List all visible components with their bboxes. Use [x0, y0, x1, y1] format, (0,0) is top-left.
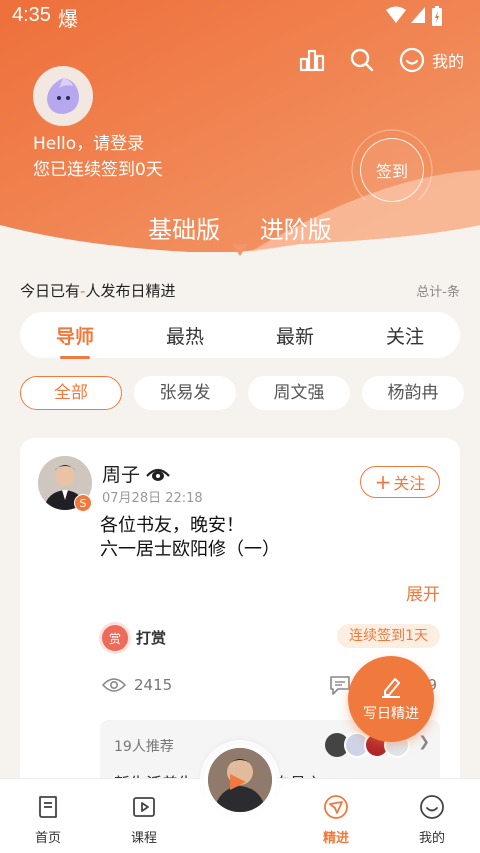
post-content[interactable]: 各位书友，晚安！ 六一居士欧阳修（一）: [100, 514, 280, 562]
post-content-line: 六一居士欧阳修（一）: [100, 539, 280, 560]
video-icon: [133, 797, 155, 817]
signin-streak-text: 您已连续签到0天: [33, 160, 163, 180]
nav-mine-label: 我的: [418, 831, 445, 846]
chip-mentor[interactable]: 杨韵冉: [362, 376, 464, 410]
chip-mentor[interactable]: 张易发: [134, 376, 236, 410]
status-app-icon: 爆: [58, 7, 78, 31]
eye-emoji-icon: [146, 468, 170, 481]
view-count: 2415: [102, 676, 172, 694]
battery-icon: [432, 6, 442, 26]
post-content-line: 各位书友，晚安！: [100, 515, 244, 536]
author-name[interactable]: 周子: [102, 460, 170, 487]
signin-label: 签到: [375, 162, 408, 181]
daily-progress-info: 今日已有-人发布日精进 总计-条: [20, 280, 460, 300]
wifi-icon: [386, 6, 406, 23]
nav-featured[interactable]: 精进: [306, 793, 366, 846]
status-time: 4:35: [12, 4, 51, 26]
expand-link[interactable]: 展开: [406, 580, 440, 605]
feed-tabs: 导师 最热 最新 关注: [20, 312, 460, 358]
nav-courses-label: 课程: [130, 831, 157, 846]
info-total: 总计-条: [416, 285, 460, 300]
chip-all[interactable]: 全部: [20, 376, 122, 410]
header: 4:35 爆 我的 Hello，请登录 您已连续签到0天 签到 基础版 进阶版: [0, 0, 480, 265]
tab-hot[interactable]: 最热: [154, 322, 216, 349]
mine-label: 我的: [431, 52, 464, 71]
nav-courses[interactable]: 课程: [114, 793, 174, 846]
cover-art: [208, 748, 272, 812]
eye-icon: [102, 678, 126, 692]
user-avatar[interactable]: [33, 66, 93, 126]
ranking-icon[interactable]: [298, 46, 326, 74]
status-bar: 4:35 爆: [0, 0, 480, 34]
write-post-button[interactable]: 写日精进: [348, 656, 434, 742]
avatar-mascot-icon: [47, 78, 79, 114]
login-prompt[interactable]: Hello，请登录 您已连续签到0天: [33, 131, 163, 183]
info-suffix: 人发布日精进: [85, 282, 176, 300]
signin-button[interactable]: 签到: [360, 138, 424, 202]
tab-following[interactable]: 关注: [374, 322, 436, 349]
chip-mentor[interactable]: 周文强: [248, 376, 350, 410]
version-advanced[interactable]: 进阶版: [260, 210, 332, 245]
version-basic[interactable]: 基础版: [148, 210, 220, 245]
author-name-text: 周子: [102, 464, 141, 486]
view-count-value: 2415: [134, 676, 173, 694]
audio-player-button[interactable]: [204, 744, 276, 816]
nav-home[interactable]: 首页: [18, 793, 78, 846]
follow-label: 关注: [393, 474, 426, 493]
plus-icon: +: [374, 470, 392, 494]
nav-featured-label: 精进: [322, 831, 349, 846]
nav-mine[interactable]: 我的: [402, 793, 462, 846]
greeting-text: Hello，请登录: [33, 134, 145, 154]
streak-badge: 连续签到1天: [337, 624, 440, 648]
search-icon[interactable]: [348, 46, 376, 74]
write-post-label: 写日精进: [363, 706, 419, 722]
recommend-count: 19人推荐: [114, 739, 174, 755]
info-prefix: 今日已有: [20, 282, 81, 300]
tab-latest[interactable]: 最新: [264, 322, 326, 349]
tab-mentor[interactable]: 导师: [44, 322, 106, 349]
mine-button[interactable]: 我的: [398, 46, 464, 74]
smile-icon: [420, 795, 444, 819]
reward-button[interactable]: 打赏: [136, 627, 166, 648]
follow-button[interactable]: + 关注: [360, 466, 440, 498]
version-switch: 基础版 进阶版: [0, 210, 480, 245]
top-actions: 我的: [298, 46, 464, 74]
post-date: 07月28日 22:18: [102, 491, 203, 506]
featured-icon: [324, 795, 348, 819]
mentor-filter: 全部 张易发 周文强 杨韵冉: [20, 376, 480, 412]
signal-icon: [411, 7, 425, 23]
author-badge: S: [74, 494, 92, 512]
chevron-right-icon: ❯: [418, 734, 430, 750]
nav-home-label: 首页: [34, 831, 61, 846]
book-icon: [39, 796, 57, 818]
now-playing-cover: [208, 748, 272, 812]
smile-icon: [399, 47, 425, 73]
reward-icon[interactable]: 赏: [102, 625, 128, 651]
pen-icon: [382, 678, 400, 698]
